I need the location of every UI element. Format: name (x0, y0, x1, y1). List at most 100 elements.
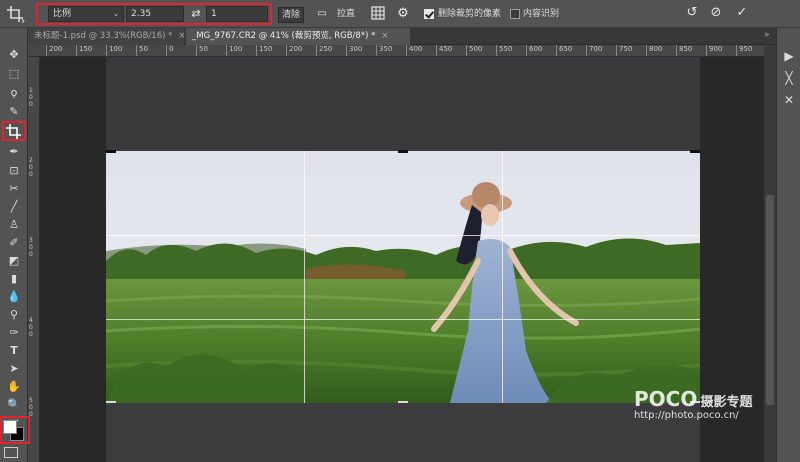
ratio-width-input[interactable]: 2.35 (126, 6, 184, 22)
type-tool-icon[interactable]: T (4, 342, 24, 359)
ruler-tick: 850 (676, 45, 692, 56)
brush-presets-icon[interactable]: ╳ (781, 70, 797, 86)
chevron-down-icon: ⌄ (113, 10, 119, 18)
ruler-tick: 600 (526, 45, 542, 56)
vruler-mark: 400 (29, 317, 33, 338)
tools-panel: ✥ ⬚ ϙ ✎ ✒ ⊡ ✂ ╱ ♙ ✐ ◩ ▮ 💧 ⚲ ✑ T ➤ ✋ 🔍 ··… (0, 28, 28, 462)
watermark: POCO 摄影专题 http://photo.poco.cn/ (634, 388, 784, 428)
crop-handle-top[interactable] (398, 150, 408, 153)
gradient-tool-icon[interactable]: ▮ (4, 270, 24, 287)
ruler-tick: 900 (706, 45, 722, 56)
vruler-mark: 100 (29, 87, 33, 108)
ratio-height-input[interactable]: 1 (206, 6, 268, 22)
close-icon[interactable]: × (381, 31, 388, 41)
quick-mask-icon[interactable] (4, 447, 18, 458)
ruler-tick: 150 (76, 45, 92, 56)
tools-icon[interactable]: ✕ (781, 92, 797, 108)
straighten-icon[interactable]: ▭ (314, 6, 330, 22)
eraser-tool-icon[interactable]: ◩ (4, 252, 24, 269)
photo-preview (106, 151, 700, 403)
crop-grid-line (106, 319, 700, 320)
hand-tool-icon[interactable]: ✋ (4, 378, 24, 395)
eyedropper-tool-icon[interactable]: ✒ (4, 143, 24, 160)
ruler-tick: 50 (136, 45, 148, 56)
horizontal-ruler: 200 150 100 50 0 50 100 150 200 250 300 350 400 450 50… (28, 45, 776, 57)
ruler-tick: 300 (346, 45, 362, 56)
history-brush-tool-icon[interactable]: ✐ (4, 234, 24, 251)
ruler-tick: 200 (286, 45, 302, 56)
options-bar: 比例 ⌄ 2.35 ⇄ 1 清除 ▭ 拉直 ⚙ 删除裁剪的像素 内容识别 ↺ ⊘… (0, 0, 800, 28)
healing-tool-icon[interactable]: ⊡ (4, 162, 24, 179)
close-icon[interactable]: × (178, 31, 184, 41)
move-tool-icon[interactable]: ✥ (4, 46, 24, 63)
crop-box[interactable] (106, 151, 700, 403)
scrollbar-thumb[interactable] (766, 195, 774, 405)
stamp-tool-icon[interactable]: ♙ (4, 216, 24, 233)
tab-active-document[interactable]: _MG_9767.CR2 @ 41% (裁剪预览, RGB/8*) * × (186, 28, 410, 45)
ratio-preset-select[interactable]: 比例 ⌄ (48, 6, 124, 22)
lasso-tool-icon[interactable]: ϙ (4, 84, 24, 101)
reset-icon[interactable]: ↺ (684, 5, 700, 21)
content-aware-checkbox[interactable] (510, 9, 520, 19)
document-tab-bar: 未标题-1.psd @ 33.3%(RGB/16) * × _MG_9767.CR… (28, 28, 776, 45)
ruler-tick: 100 (226, 45, 242, 56)
vruler-mark: 200 (29, 157, 33, 178)
ruler-tick: 650 (556, 45, 572, 56)
delete-cropped-label: 删除裁剪的像素 (438, 9, 502, 19)
watermark-title: 摄影专题 (700, 395, 753, 410)
straighten-label[interactable]: 拉直 (337, 7, 355, 23)
crop-tool-preset-icon[interactable] (6, 5, 26, 24)
ruler-tick: 700 (586, 45, 602, 56)
brush-tool-icon[interactable]: ╱ (4, 198, 24, 215)
ratio-height-value: 1 (211, 9, 217, 19)
crop-grid-line (106, 235, 700, 236)
swap-arrows-icon[interactable]: ⇄ (188, 6, 204, 22)
tab-untitled[interactable]: 未标题-1.psd @ 33.3%(RGB/16) * × (28, 28, 184, 45)
play-icon[interactable]: ▶ (781, 48, 797, 64)
content-aware-label: 内容识别 (523, 9, 560, 19)
blur-tool-icon[interactable]: 💧 (4, 288, 24, 305)
ruler-tick: 350 (376, 45, 392, 56)
ruler-tick: 500 (466, 45, 482, 56)
path-select-tool-icon[interactable]: ➤ (4, 360, 24, 377)
crop-shield (106, 403, 700, 462)
watermark-url: http://photo.poco.cn/ (634, 410, 739, 421)
ruler-tick: 800 (646, 45, 662, 56)
commit-check-icon[interactable]: ✓ (734, 5, 750, 21)
ruler-tick: 950 (736, 45, 752, 56)
ruler-tick: 250 (316, 45, 332, 56)
ruler-tick: 100 (106, 45, 122, 56)
ruler-tick: 450 (436, 45, 452, 56)
ratio-width-value: 2.35 (131, 9, 152, 19)
pen-tool-icon[interactable]: ✑ (4, 324, 24, 341)
patch-tool-icon[interactable]: ✂ (4, 180, 24, 197)
ruler-tick: 50 (196, 45, 208, 56)
crop-tool-icon[interactable] (2, 121, 26, 141)
gear-icon[interactable]: ⚙ (395, 6, 411, 22)
crop-grid-line (304, 151, 305, 403)
ratio-settings-group: 比例 ⌄ 2.35 ⇄ 1 (36, 3, 272, 25)
tab-label: _MG_9767.CR2 @ 41% (裁剪预览, RGB/8*) * (192, 31, 376, 41)
marquee-tool-icon[interactable]: ⬚ (4, 65, 24, 82)
ratio-preset-value: 比例 (53, 9, 72, 19)
crop-handle-top-left[interactable] (106, 150, 116, 153)
clear-button[interactable]: 清除 (278, 7, 304, 23)
crop-handle-top-right[interactable] (690, 150, 700, 153)
zoom-tool-icon[interactable]: 🔍 (4, 396, 24, 413)
cancel-icon[interactable]: ⊘ (708, 5, 724, 21)
tab-label: 未标题-1.psd @ 33.3%(RGB/16) * (34, 31, 173, 41)
vruler-mark: 300 (29, 237, 33, 258)
vruler-mark: 500 (29, 397, 33, 418)
quick-select-tool-icon[interactable]: ✎ (4, 103, 24, 120)
ruler-tick: 550 (496, 45, 512, 56)
dodge-tool-icon[interactable]: ⚲ (4, 306, 24, 323)
overlay-grid-icon[interactable] (370, 6, 386, 25)
crop-grid-line (502, 151, 503, 403)
color-swatch-highlight (0, 416, 30, 444)
ruler-tick: 200 (46, 45, 62, 56)
delete-cropped-checkbox[interactable] (424, 9, 434, 19)
vertical-ruler: 100 200 300 400 500 (28, 57, 40, 462)
ruler-tick: 0 (166, 45, 173, 56)
ruler-tick: 150 (256, 45, 272, 56)
panel-collapse-icon[interactable]: » (764, 30, 770, 40)
